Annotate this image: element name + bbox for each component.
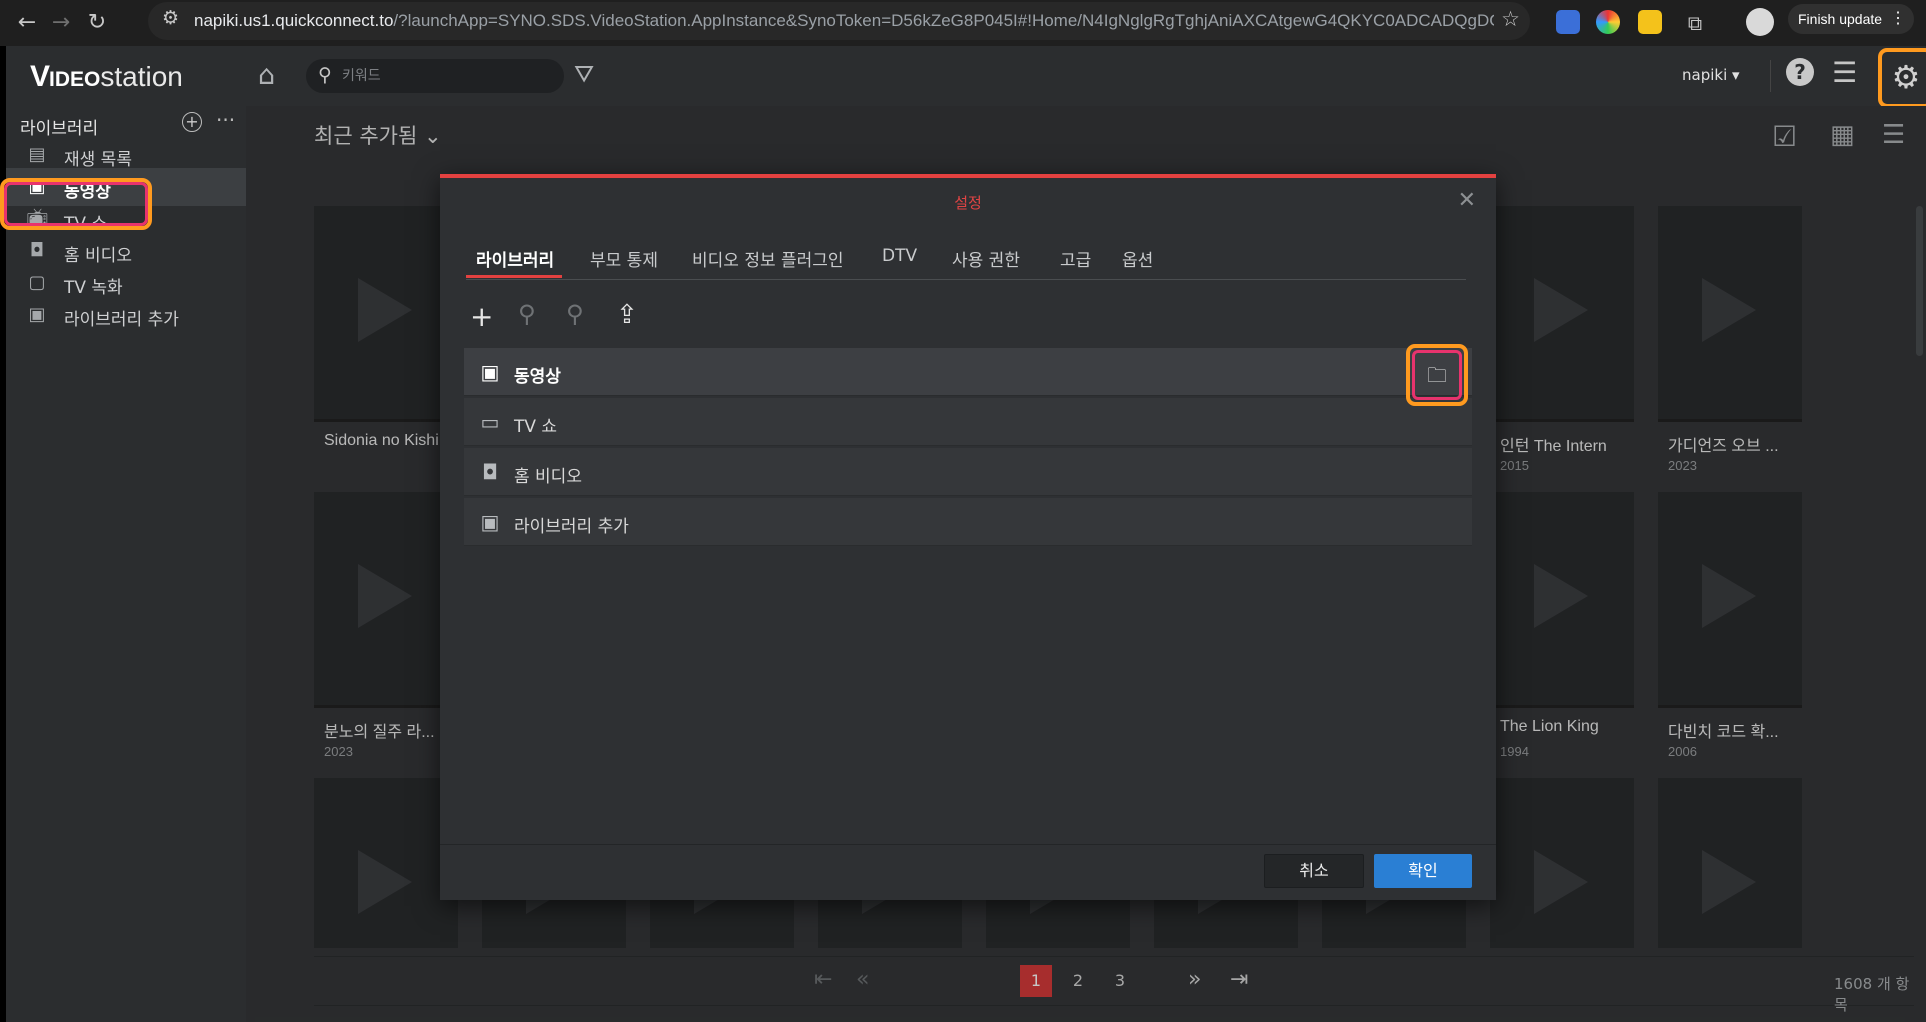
- tab-dtv[interactable]: DTV: [882, 246, 917, 266]
- sidebar-item-add-library[interactable]: ▣ 라이브러리 추가: [6, 296, 246, 334]
- header-divider: [1770, 60, 1771, 92]
- library-toolbar: + ⚲ ⚲ ⇪: [466, 300, 646, 336]
- add-icon[interactable]: +: [470, 300, 493, 333]
- reload-icon[interactable]: ↻: [82, 8, 112, 38]
- tab-parental-control[interactable]: 부모 통제: [590, 246, 658, 271]
- videostation-logo: VIDEOstation: [30, 60, 183, 93]
- tab-options[interactable]: 옵션: [1122, 246, 1153, 271]
- list-item[interactable]: ▣ 동영상: [464, 348, 1472, 396]
- camcorder-icon: ◘: [482, 460, 498, 484]
- dialog-title: 설정: [954, 194, 982, 212]
- new-folder-button[interactable]: 🗀: [1406, 344, 1468, 406]
- tab-video-info-plugin[interactable]: 비디오 정보 플러그인: [692, 246, 844, 271]
- tv-icon: ▭: [480, 410, 500, 434]
- confirm-button[interactable]: 확인: [1374, 854, 1472, 888]
- app-header: VIDEOstation ⌂ ⚲ ⛛ napiki ▾ ? ☰ ⚙: [6, 46, 1926, 108]
- playlist-icon: ▤: [28, 144, 46, 165]
- add-folder-icon: 🗀: [1412, 350, 1462, 400]
- finish-update-button[interactable]: Finish update ⋮: [1788, 4, 1914, 34]
- more-options-icon[interactable]: ···: [216, 108, 235, 132]
- upload-icon[interactable]: ⇪: [616, 300, 638, 330]
- tab-library[interactable]: 라이브러리: [476, 246, 554, 271]
- profile-avatar[interactable]: [1746, 8, 1774, 36]
- film-icon: ▣: [480, 510, 500, 534]
- task-list-icon[interactable]: ☰: [1832, 56, 1857, 89]
- help-icon[interactable]: ?: [1786, 58, 1814, 86]
- rescan-icon[interactable]: ⚲: [566, 300, 584, 328]
- list-item[interactable]: ▭ TV 쇼: [464, 398, 1472, 446]
- tab-permissions[interactable]: 사용 권한: [952, 246, 1020, 271]
- list-item[interactable]: ▣ 라이브러리 추가: [464, 498, 1472, 546]
- close-icon[interactable]: ✕: [1458, 188, 1476, 213]
- forward-icon[interactable]: →: [46, 8, 76, 38]
- active-tab-indicator: [466, 275, 562, 278]
- tv-record-icon: ▢: [28, 272, 46, 293]
- search-library-icon[interactable]: ⚲: [518, 300, 536, 328]
- home-icon[interactable]: ⌂: [258, 60, 275, 91]
- browser-toolbar: ← → ↻ ⚙ napiki.us1.quickconnect.to/?laun…: [0, 0, 1926, 46]
- search-icon: ⚲: [318, 64, 332, 86]
- cancel-button[interactable]: 취소: [1264, 854, 1364, 888]
- extension-icon[interactable]: [1556, 10, 1580, 34]
- filter-icon[interactable]: ⛛: [574, 60, 594, 88]
- address-bar[interactable]: ⚙ napiki.us1.quickconnect.to/?launchApp=…: [148, 2, 1530, 40]
- sidebar: 라이브러리 + ··· ▤ 재생 목록 ▣ 동영상 📺︎ TV 쇼 ◘ 홈 비디오 ▢ T…: [6, 106, 246, 1022]
- film-icon: ▣: [480, 360, 500, 384]
- add-library-icon[interactable]: +: [182, 112, 202, 132]
- extensions-puzzle-icon[interactable]: ⧉: [1680, 8, 1710, 38]
- film-icon: ▣: [28, 304, 46, 325]
- more-menu-icon[interactable]: ⋮: [1890, 4, 1906, 34]
- colorzilla-icon[interactable]: [1596, 10, 1620, 34]
- settings-dialog: 설정 ✕ 라이브러리 부모 통제 비디오 정보 플러그인 DTV 사용 권한 고…: [440, 174, 1496, 900]
- camcorder-icon: ◘: [29, 240, 45, 261]
- keep-icon[interactable]: [1638, 10, 1662, 34]
- screen: ← → ↻ ⚙ napiki.us1.quickconnect.to/?laun…: [0, 0, 1926, 1022]
- settings-gear-icon[interactable]: ⚙: [1878, 48, 1926, 108]
- url-text[interactable]: napiki.us1.quickconnect.to/?launchApp=SY…: [194, 11, 1494, 31]
- search-box[interactable]: ⚲: [306, 59, 564, 93]
- list-item[interactable]: ◘ 홈 비디오: [464, 448, 1472, 496]
- settings-tabs: 라이브러리 부모 통제 비디오 정보 플러그인 DTV 사용 권한 고급 옵션: [466, 242, 1466, 280]
- site-settings-icon[interactable]: ⚙: [162, 7, 179, 29]
- search-input[interactable]: [342, 65, 552, 87]
- user-menu[interactable]: napiki ▾: [1682, 66, 1740, 84]
- bookmark-star-icon[interactable]: ☆: [1501, 7, 1520, 31]
- tab-advanced[interactable]: 고급: [1060, 246, 1091, 271]
- highlight-outline-pink: [4, 182, 148, 226]
- dialog-footer-divider: [440, 844, 1496, 845]
- back-icon[interactable]: ←: [12, 8, 42, 38]
